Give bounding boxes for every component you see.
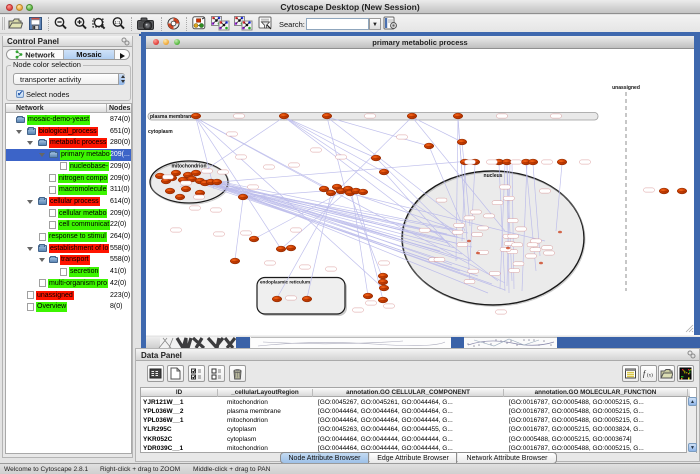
svg-text:plasma membrane: plasma membrane [150,114,194,120]
svg-text:nucleus: nucleus [484,173,503,179]
svg-text:mitochondrion: mitochondrion [172,164,207,170]
svg-text:cytoplasm: cytoplasm [148,129,173,135]
svg-text:unassigned: unassigned [612,85,640,91]
svg-text:(x): (x) [647,374,653,379]
svg-text:endoplasmic reticulum: endoplasmic reticulum [260,280,310,285]
svg-text:1:1: 1:1 [114,20,121,25]
